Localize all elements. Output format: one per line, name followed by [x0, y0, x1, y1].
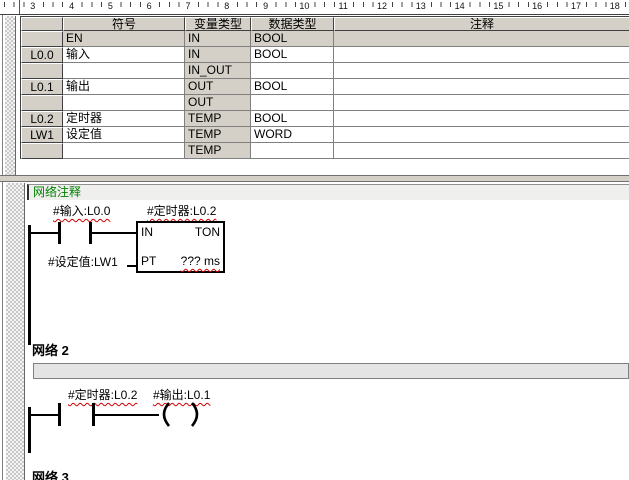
- ton-pt-pin-label: PT: [141, 255, 156, 268]
- ruler-number: 7: [184, 0, 191, 13]
- symbol-cell[interactable]: [63, 143, 185, 159]
- ruler-number: 15: [492, 0, 504, 13]
- symbol-cell[interactable]: 输入: [63, 47, 185, 63]
- network1-wire-contact-to-box: [92, 232, 136, 234]
- ruler-divider: [19, 0, 20, 14]
- network1-pt-connector-wire: [127, 265, 136, 267]
- network2-contact-left-bar[interactable]: [58, 403, 61, 426]
- symbol-cell[interactable]: 输出: [63, 79, 185, 95]
- network3-title: 网络 3: [32, 471, 69, 480]
- network1-contact-left-bar[interactable]: [58, 222, 61, 244]
- network2-contact-operand[interactable]: #定时器:L0.2: [68, 389, 137, 402]
- symbol-column-header: 符号: [63, 17, 185, 31]
- comment-cell[interactable]: [334, 31, 629, 47]
- addr-cell[interactable]: L0.0: [21, 47, 63, 63]
- vartype-cell[interactable]: TEMP: [185, 143, 251, 159]
- network2-title: 网络 2: [32, 344, 69, 358]
- addr-column-header: [21, 17, 63, 31]
- symbol-cell[interactable]: 设定值: [63, 127, 185, 143]
- vartype-cell[interactable]: OUT: [185, 79, 251, 95]
- variable-table-row: L0.1输出OUTBOOL: [21, 79, 629, 95]
- comment-column-header: 注释: [334, 17, 629, 31]
- network1-wire-rail-to-contact: [28, 232, 58, 234]
- comment-cell[interactable]: [334, 47, 629, 63]
- plc-editor-window: 23456789101112131415161718 符号变量类型数据类型注释E…: [0, 0, 629, 480]
- ruler-number: 13: [415, 0, 427, 13]
- vartype-cell[interactable]: IN: [185, 47, 251, 63]
- symbol-cell[interactable]: [63, 95, 185, 111]
- datatype-cell[interactable]: BOOL: [251, 47, 334, 63]
- variable-table-row: L0.2定时器TEMPBOOL: [21, 111, 629, 127]
- ruler-number: 5: [107, 0, 114, 13]
- comment-cell[interactable]: [334, 111, 629, 127]
- comment-cell[interactable]: [334, 79, 629, 95]
- datatype-cell[interactable]: [251, 95, 334, 111]
- datatype-cell[interactable]: [251, 63, 334, 79]
- comment-cell[interactable]: [334, 63, 629, 79]
- ruler-number: 4: [68, 0, 75, 13]
- network2-wire-contact-to-coil: [95, 414, 159, 416]
- addr-cell[interactable]: [21, 95, 63, 111]
- datatype-cell[interactable]: BOOL: [251, 31, 334, 47]
- variable-table-row: ENINBOOL: [21, 31, 629, 47]
- horizontal-ruler: 23456789101112131415161718: [0, 0, 629, 15]
- symbol-cell[interactable]: [63, 63, 185, 79]
- ton-in-pin-label: IN: [141, 226, 153, 239]
- vartype-cell[interactable]: IN_OUT: [185, 63, 251, 79]
- ruler-number: 16: [531, 0, 543, 13]
- datatype-cell[interactable]: WORD: [251, 127, 334, 143]
- output-coil[interactable]: [156, 401, 204, 429]
- ton-pt-value[interactable]: ??? ms: [181, 255, 220, 268]
- addr-cell[interactable]: [21, 143, 63, 159]
- ruler-number: 10: [298, 0, 310, 13]
- ton-type-label: TON: [195, 226, 220, 239]
- variable-table-row: OUT: [21, 95, 629, 111]
- comment-cell[interactable]: [334, 95, 629, 111]
- symbol-cell[interactable]: 定时器: [63, 111, 185, 127]
- network1-contact-operand[interactable]: #输入:L0.0: [53, 205, 110, 218]
- ruler-number: 18: [609, 0, 621, 13]
- vartype-cell[interactable]: TEMP: [185, 127, 251, 143]
- ruler-number: 6: [146, 0, 153, 13]
- network1-comment-row[interactable]: 网络注释: [27, 184, 629, 200]
- variable-table-row: LW1设定值TEMPWORD: [21, 127, 629, 143]
- ruler-number: 8: [223, 0, 230, 13]
- comment-cell[interactable]: [334, 127, 629, 143]
- vartype-cell[interactable]: TEMP: [185, 111, 251, 127]
- ruler-number: 3: [29, 0, 36, 13]
- addr-cell[interactable]: [21, 63, 63, 79]
- symbol-cell[interactable]: EN: [63, 31, 185, 47]
- network2-wire-rail-to-contact: [28, 414, 58, 416]
- vartype-cell[interactable]: IN: [185, 31, 251, 47]
- addr-cell[interactable]: L0.2: [21, 111, 63, 127]
- datatype-column-header: 数据类型: [251, 17, 334, 31]
- pane-splitter[interactable]: [0, 175, 629, 182]
- table-pane-margin: [5, 16, 16, 176]
- network2-comment-bar[interactable]: [33, 363, 629, 379]
- local-variable-table: 符号变量类型数据类型注释ENINBOOLL0.0输入INBOOLIN_OUTL0…: [20, 16, 629, 159]
- ruler-number: 9: [262, 0, 269, 13]
- addr-cell[interactable]: LW1: [21, 127, 63, 143]
- ton-timer-box[interactable]: IN TON PT ??? ms: [136, 221, 225, 273]
- window-left-border: [2, 15, 3, 480]
- ruler-number: 11: [338, 0, 349, 13]
- datatype-cell[interactable]: [251, 143, 334, 159]
- datatype-cell[interactable]: BOOL: [251, 111, 334, 127]
- network1-power-rail: [28, 225, 31, 345]
- addr-cell[interactable]: L0.1: [21, 79, 63, 95]
- variable-table-row: IN_OUT: [21, 63, 629, 79]
- ladder-pane-margin: [6, 183, 25, 480]
- datatype-cell[interactable]: BOOL: [251, 79, 334, 95]
- ruler-number: 17: [570, 0, 582, 13]
- ruler-number: 14: [454, 0, 466, 13]
- variable-table-row: L0.0输入INBOOL: [21, 47, 629, 63]
- vartype-column-header: 变量类型: [185, 17, 251, 31]
- ruler-number: 12: [376, 0, 388, 13]
- variable-table-row: TEMP: [21, 143, 629, 159]
- network1-pt-operand[interactable]: #设定值:LW1: [48, 256, 118, 269]
- addr-cell[interactable]: [21, 31, 63, 47]
- vartype-cell[interactable]: OUT: [185, 95, 251, 111]
- network1-timer-operand[interactable]: #定时器:L0.2: [147, 205, 216, 218]
- comment-cell[interactable]: [334, 143, 629, 159]
